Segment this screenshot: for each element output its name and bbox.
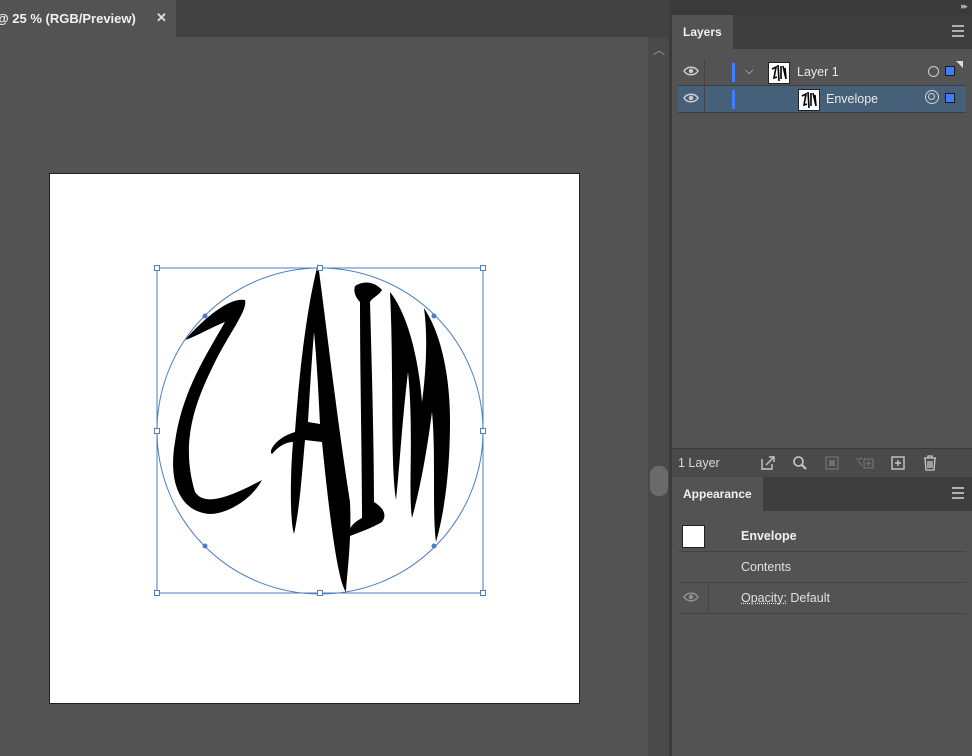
move-to-layer-icon[interactable] [854, 455, 876, 471]
document-tab-bar: @ 25 % (RGB/Preview) ✕ [0, 0, 669, 37]
panel-dock-strip: ▸▸ [672, 0, 972, 15]
chevron-down-icon[interactable]: ⌵ [745, 65, 753, 78]
visibility-separator [704, 86, 705, 112]
layers-footer: 1 Layer [672, 448, 972, 478]
lettering-graphic [173, 264, 450, 592]
appearance-opacity-row[interactable]: Opacity: Default [678, 583, 966, 614]
eye-icon[interactable] [683, 93, 699, 103]
object-thumbnail [682, 525, 705, 548]
selection-indicator[interactable] [945, 93, 955, 103]
opacity-value: Default [790, 591, 830, 605]
locate-object-icon[interactable] [792, 455, 808, 471]
appearance-contents-row[interactable]: Contents [678, 552, 966, 583]
delete-icon[interactable] [922, 455, 938, 471]
layer-color-indicator [732, 90, 735, 109]
appearance-panel: Appearance Envelope Contents Opacity: De… [672, 477, 972, 756]
eye-icon[interactable] [683, 66, 699, 76]
visibility-separator [704, 59, 705, 85]
layer-color-indicator [732, 63, 735, 82]
export-icon[interactable] [760, 455, 776, 471]
envelope-artwork[interactable] [150, 262, 490, 602]
document-tab[interactable]: @ 25 % (RGB/Preview) ✕ [0, 0, 176, 37]
tab-layers[interactable]: Layers [672, 15, 733, 49]
corner-indicator-icon [956, 61, 963, 68]
object-name[interactable]: Envelope [826, 92, 878, 106]
eye-icon[interactable] [683, 592, 699, 602]
contents-label[interactable]: Contents [741, 560, 791, 574]
opacity-field[interactable]: Opacity: Default [741, 591, 830, 605]
make-clipping-mask-icon[interactable] [824, 455, 840, 471]
scroll-up-icon[interactable]: ︿ [653, 41, 665, 58]
layer-row-envelope[interactable]: Envelope [678, 86, 966, 113]
close-icon[interactable]: ✕ [156, 10, 167, 26]
envelope-thumbnail [798, 89, 820, 111]
vertical-scrollbar[interactable]: ︿ [648, 37, 669, 756]
appearance-object-name: Envelope [741, 529, 797, 543]
layer-name[interactable]: Layer 1 [797, 65, 839, 79]
selection-indicator[interactable] [945, 66, 955, 76]
collapse-panels-icon[interactable]: ▸▸ [961, 1, 968, 12]
new-layer-icon[interactable] [890, 455, 906, 471]
appearance-object-row[interactable]: Envelope [678, 521, 966, 552]
appearance-panel-header: Appearance [672, 477, 972, 511]
layer-row-layer-1[interactable]: ⌵ Layer 1 [678, 59, 966, 86]
visibility-separator [708, 583, 709, 613]
panel-menu-icon[interactable] [952, 487, 964, 502]
target-icon[interactable] [928, 66, 939, 77]
tab-appearance[interactable]: Appearance [672, 477, 763, 511]
panel-menu-icon[interactable] [952, 25, 964, 40]
layers-panel: Layers ⌵ Layer 1 Envelope 1 Layer [672, 15, 972, 478]
layers-panel-header: Layers [672, 15, 972, 49]
layer-thumbnail [768, 62, 790, 84]
scrollbar-thumb[interactable] [650, 466, 668, 496]
layer-count: 1 Layer [678, 456, 720, 470]
opacity-label[interactable]: Opacity: [741, 591, 787, 605]
targeted-icon[interactable] [925, 90, 939, 104]
document-tab-title: @ 25 % (RGB/Preview) [0, 11, 136, 26]
